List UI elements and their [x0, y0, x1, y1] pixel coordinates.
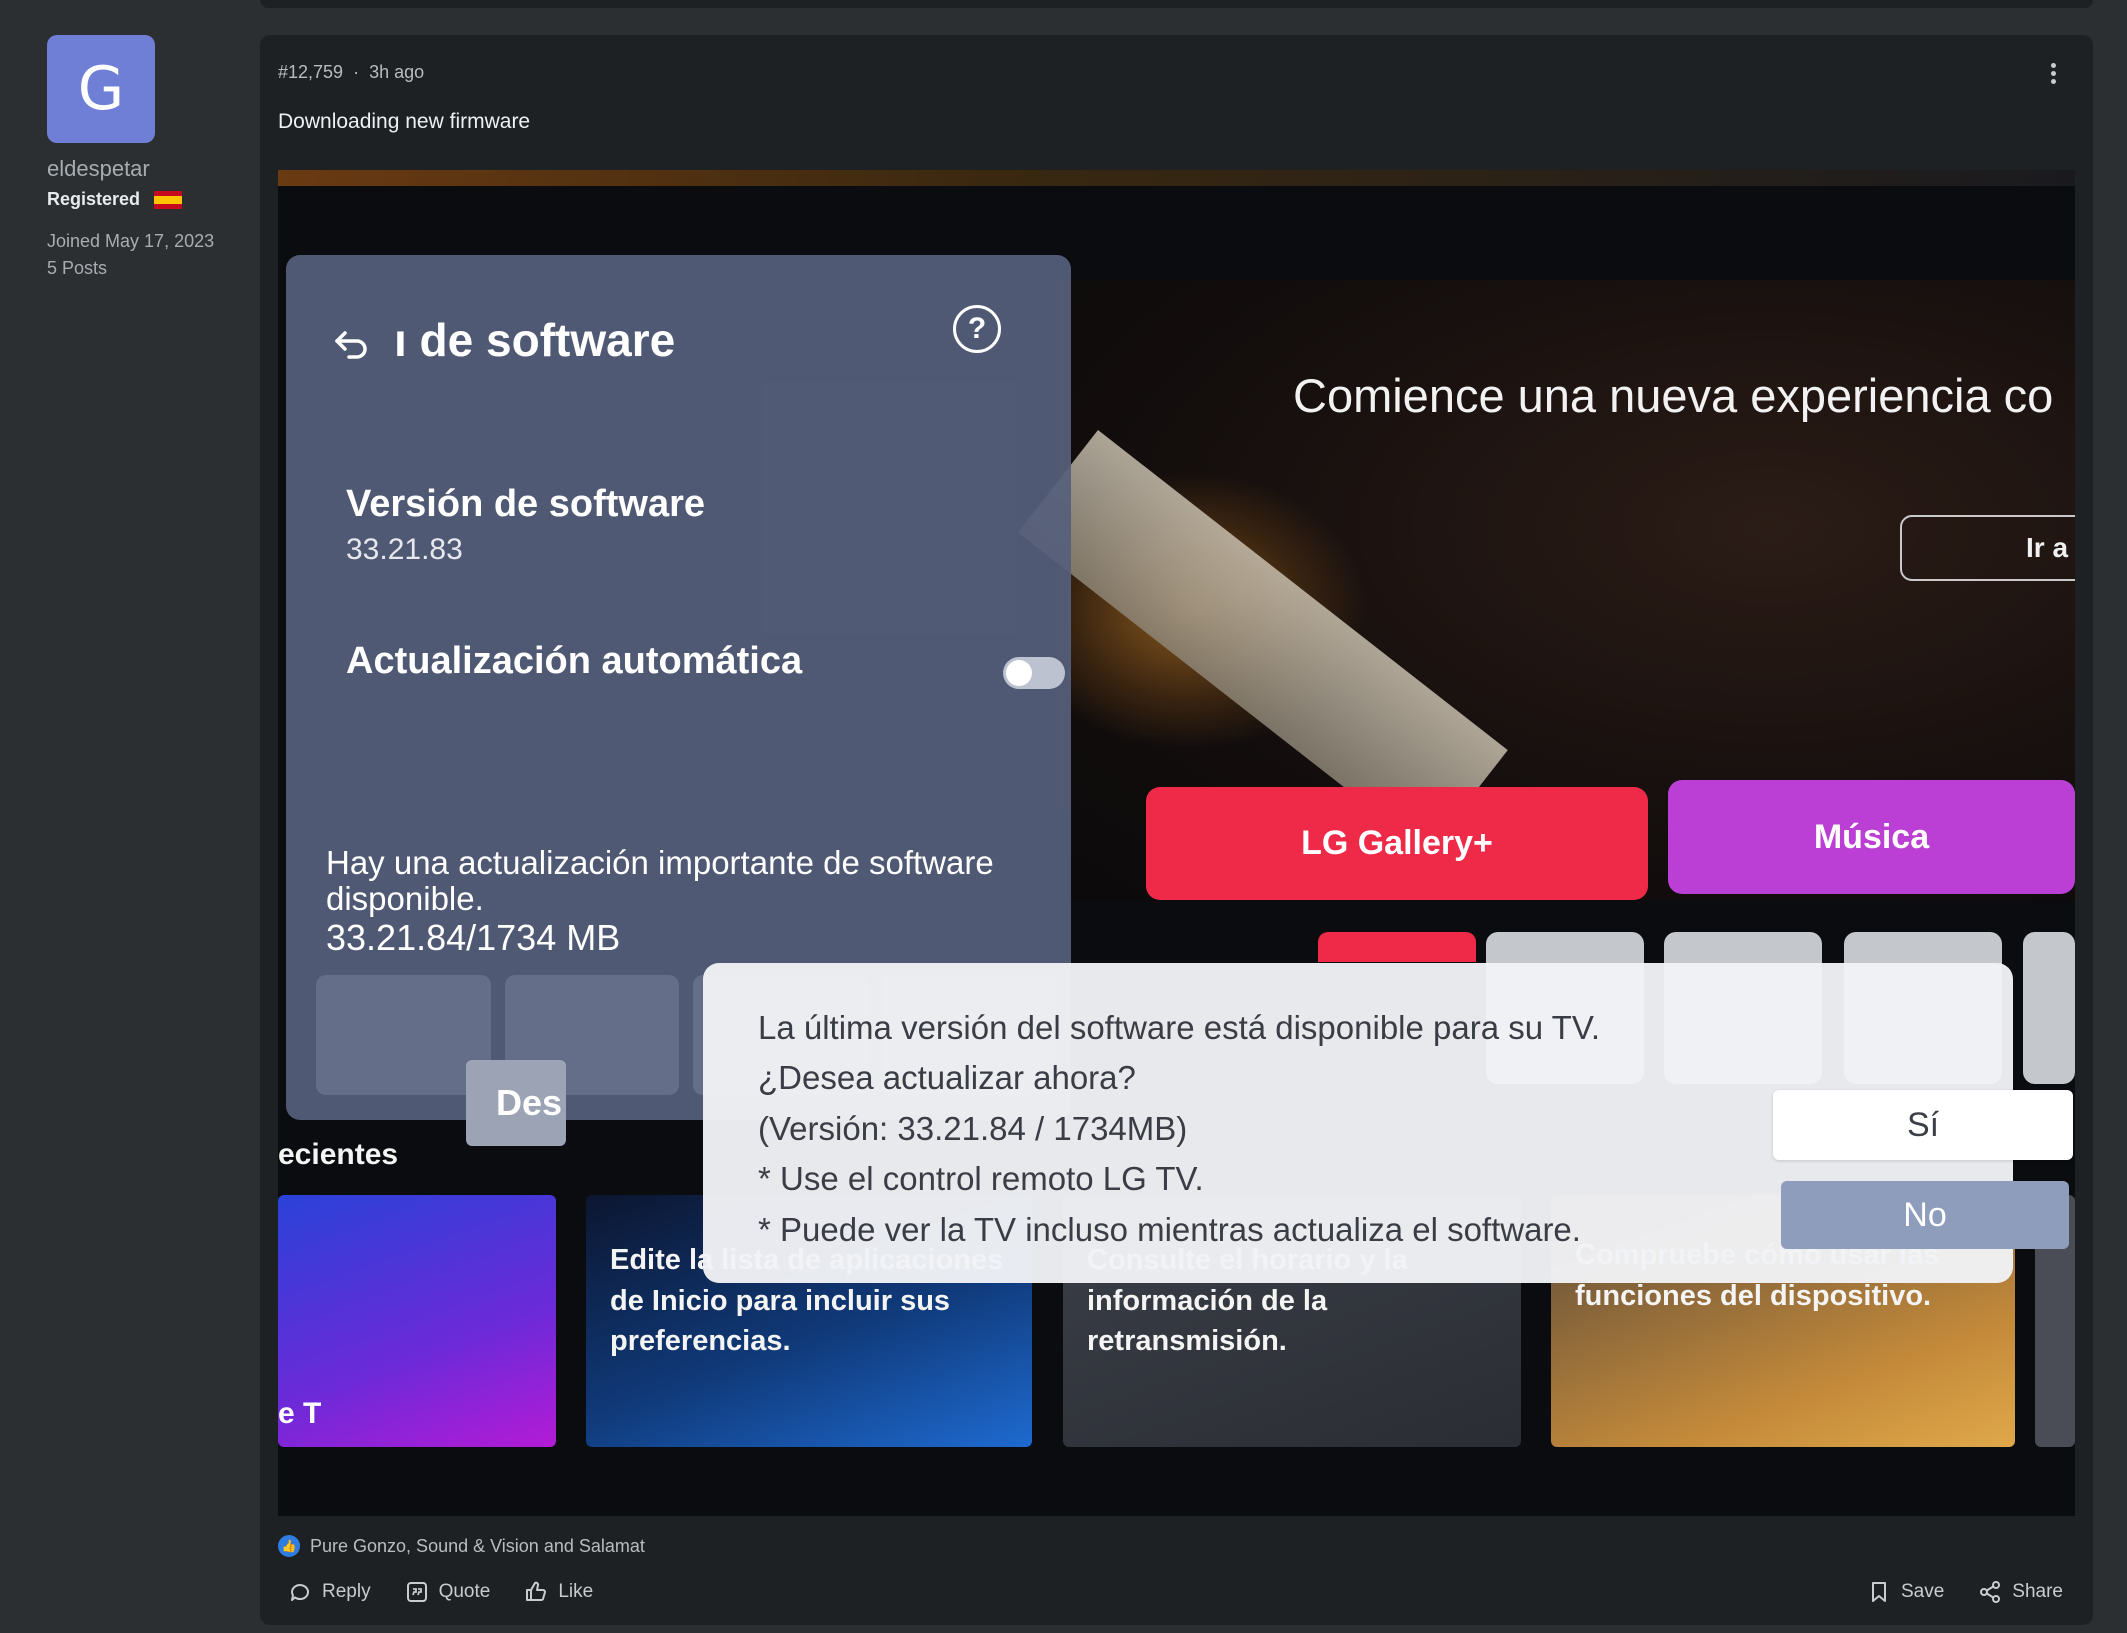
tv-dialog-line: ¿Desea actualizar ahora? [758, 1059, 1136, 1097]
tv-des-button-label: Des [496, 1082, 563, 1123]
reply-label: Reply [322, 1581, 371, 1602]
reply-button[interactable]: Reply [288, 1580, 371, 1604]
tv-auto-update-toggle [1003, 657, 1065, 689]
joined-date: Joined May 17, 2023 [47, 231, 215, 251]
post-count: 5 Posts [47, 258, 108, 278]
tv-card: e T [278, 1195, 556, 1447]
tv-version-label: Versión de software [346, 483, 706, 525]
tv-tile-lg-gallery: LG Gallery+ [1146, 787, 1648, 900]
post-card: #12,759 · 3h ago Downloading new firmwar… [260, 35, 2093, 1625]
share-icon [1980, 1581, 2001, 1603]
reaction-users[interactable]: Pure Gonzo, Sound & Vision and Salamat [310, 1536, 645, 1557]
quote-button[interactable]: Quote [405, 1580, 491, 1604]
tv-update-notice-text: Hay una actualización importante de soft… [326, 844, 994, 918]
reactions-bar[interactable]: 👍 Pure Gonzo, Sound & Vision and Salamat [278, 1535, 645, 1557]
tv-panel-title: ı de software [394, 314, 676, 366]
tv-dialog-no-button: No [1781, 1181, 2069, 1249]
post-meta: #12,759 · 3h ago [278, 62, 424, 83]
tv-des-button: Des [466, 1060, 566, 1146]
spain-flag-icon [154, 190, 183, 209]
username[interactable]: eldespetar [47, 156, 150, 182]
post-number[interactable]: #12,759 [278, 62, 343, 83]
tv-tile-music-label: Música [1813, 817, 1930, 856]
back-arrow-icon [335, 331, 367, 359]
post-actions-right: Save Share [1867, 1580, 2063, 1604]
tv-dialog-yes-label: Sí [1906, 1105, 1940, 1144]
tv-app-tile-red [1318, 932, 1476, 962]
share-button[interactable]: Share [1978, 1580, 2063, 1604]
tv-tile-music: Música [1668, 780, 2075, 894]
tv-version-value: 33.21.83 [346, 533, 463, 566]
tv-update-notice-size: 33.21.84/1734 MB [326, 916, 621, 958]
share-label: Share [2012, 1581, 2063, 1602]
meta-separator: · [353, 62, 360, 82]
help-icon: ? [953, 305, 1001, 353]
tv-tile-lg-gallery-label: LG Gallery+ [1301, 824, 1493, 862]
thumbs-up-icon [526, 1581, 547, 1602]
previous-post-edge [260, 0, 2093, 8]
save-label: Save [1900, 1581, 1945, 1602]
thumbs-up-reaction-icon: 👍 [278, 1535, 300, 1557]
post-text: Downloading new firmware [278, 110, 531, 133]
post-actions-left: Reply Quote Like [288, 1580, 593, 1604]
tv-dialog-text: La última versión del software está disp… [758, 1003, 1600, 1255]
tv-dialog-line: La última versión del software está disp… [758, 1009, 1600, 1046]
tv-dialog-line: * Puede ver la TV incluso mientras actua… [758, 1210, 1581, 1248]
like-label: Like [558, 1581, 594, 1602]
tv-hero-button: Ir a [1900, 515, 2075, 581]
user-role-row: Registered [47, 189, 183, 210]
tv-update-notice: Hay una actualización importante de soft… [326, 844, 1046, 958]
avatar[interactable]: G [47, 35, 155, 143]
tv-dialog-yes-button: Sí [1773, 1090, 2073, 1160]
tv-hero-title: Comience una nueva experiencia co [1293, 369, 2054, 422]
like-button[interactable]: Like [524, 1580, 593, 1604]
post-time[interactable]: 3h ago [369, 62, 424, 83]
bookmark-icon [1871, 1582, 1886, 1602]
avatar-letter: G [77, 54, 125, 124]
more-options-icon[interactable] [2041, 61, 2065, 85]
reply-icon [291, 1584, 309, 1601]
tv-app-tile [2023, 932, 2075, 1084]
tv-dialog-line: * Use el control remoto LG TV. [758, 1160, 1204, 1198]
quote-icon [406, 1582, 427, 1602]
user-role: Registered [47, 189, 141, 209]
tv-update-dialog: La última versión del software está disp… [703, 963, 2073, 1283]
save-button[interactable]: Save [1867, 1580, 1944, 1604]
tv-auto-update-label: Actualización automática [346, 640, 803, 682]
quote-label: Quote [438, 1581, 491, 1602]
tv-hero-button-label: Ir a [2026, 532, 2069, 563]
tv-dialog-line: (Versión: 33.21.84 / 1734MB) [758, 1109, 1188, 1147]
photo-top-edge [278, 170, 2075, 186]
tv-screen-photo[interactable]: Comience una nueva experiencia co Ir a L… [278, 170, 2075, 1516]
tv-row-label-recent: ecientes [278, 1138, 399, 1171]
tv-card-tag: e T [278, 1397, 322, 1430]
tv-dialog-no-label: No [1903, 1195, 1947, 1234]
